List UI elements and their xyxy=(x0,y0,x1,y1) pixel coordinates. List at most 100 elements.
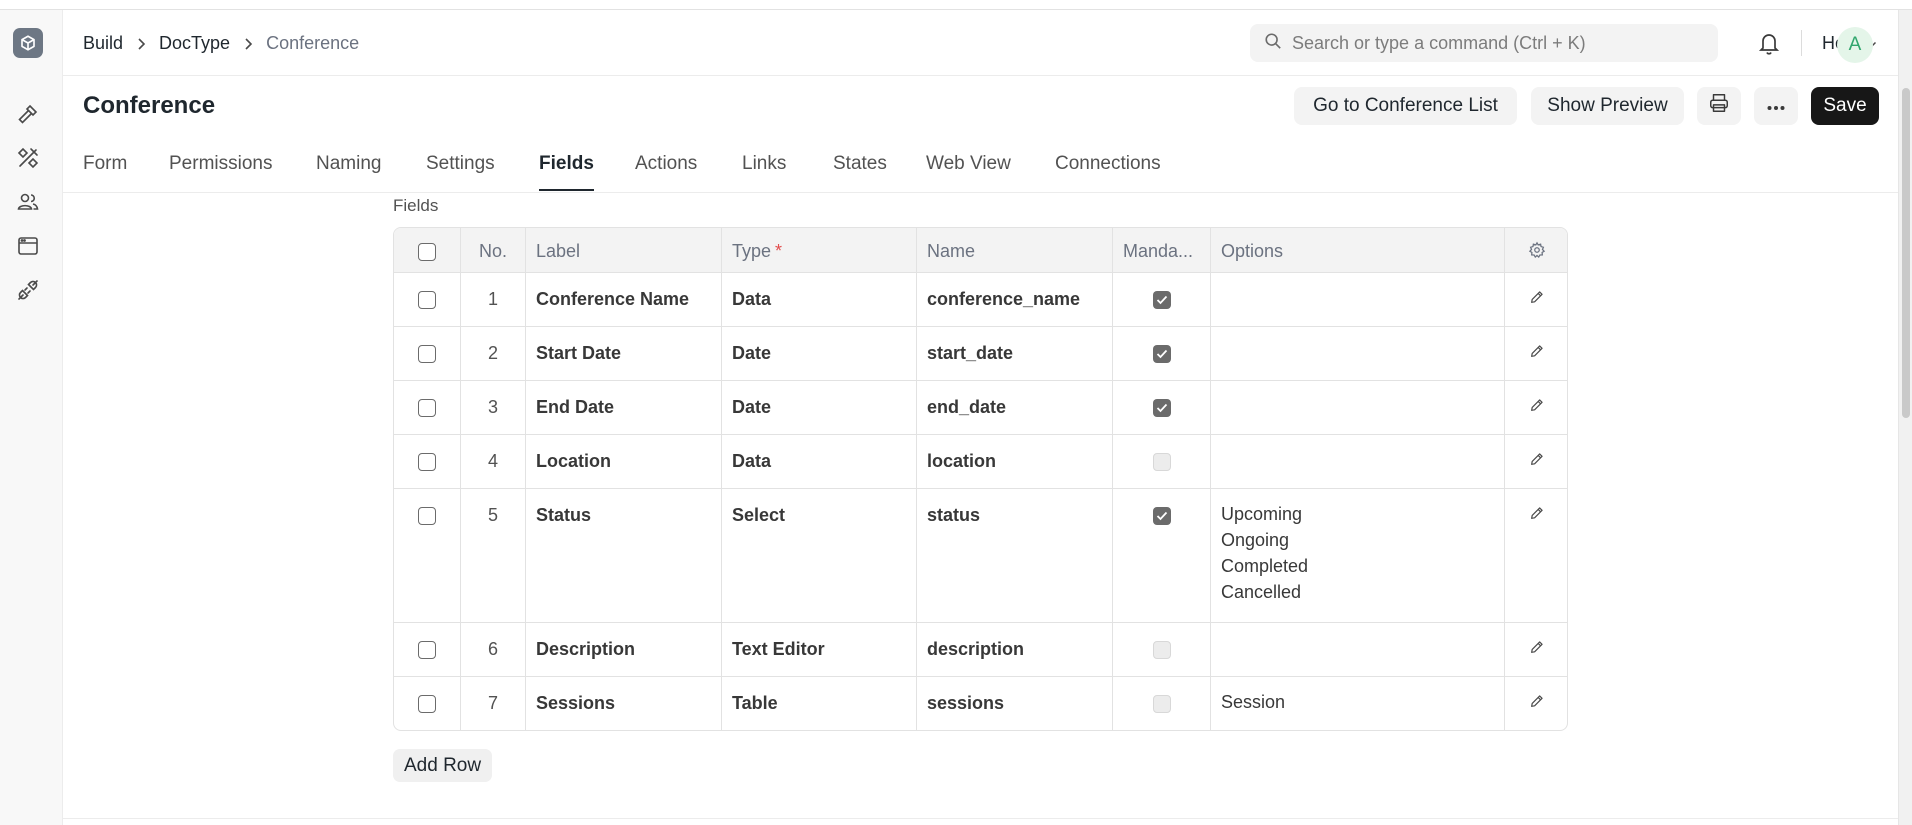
field-type[interactable]: Data xyxy=(721,273,916,326)
field-options[interactable] xyxy=(1210,381,1504,434)
field-type[interactable]: Table xyxy=(721,677,916,730)
row-checkbox[interactable] xyxy=(418,291,436,309)
row-select-cell xyxy=(394,623,460,676)
edit-cell xyxy=(1504,435,1567,488)
search-input[interactable] xyxy=(1292,32,1692,54)
check-icon xyxy=(1156,403,1167,413)
field-type[interactable]: Date xyxy=(721,327,916,380)
page-scrollbar[interactable] xyxy=(1898,10,1912,825)
field-name[interactable]: description xyxy=(916,623,1112,676)
table-row[interactable]: 1 Conference Name Data conference_name xyxy=(394,272,1567,326)
scrollbar-thumb[interactable] xyxy=(1902,88,1910,418)
mandatory-checkbox[interactable] xyxy=(1152,291,1171,309)
table-row[interactable]: 6 Description Text Editor description xyxy=(394,622,1567,676)
edit-pencil-icon[interactable] xyxy=(1529,343,1545,380)
field-label[interactable]: Description xyxy=(525,623,721,676)
tab-naming[interactable]: Naming xyxy=(316,153,381,175)
plug-icon[interactable] xyxy=(14,276,42,304)
add-row-button[interactable]: Add Row xyxy=(393,749,493,782)
field-options[interactable] xyxy=(1210,273,1504,326)
save-button[interactable]: Save xyxy=(1811,87,1879,125)
table-row[interactable]: 5 Status Select status Upcoming Ongoing Comp… xyxy=(394,488,1567,622)
mandatory-checkbox[interactable] xyxy=(1152,695,1171,713)
row-checkbox[interactable] xyxy=(418,399,436,417)
fields-table: No. Label Type * Name Manda... Options 1C… xyxy=(393,227,1568,731)
field-type[interactable]: Select xyxy=(721,489,916,622)
tab-fields[interactable]: Fields xyxy=(539,153,594,191)
breadcrumb-build[interactable]: Build xyxy=(83,33,123,54)
field-name[interactable]: location xyxy=(916,435,1112,488)
field-name[interactable]: sessions xyxy=(916,677,1112,730)
mandatory-checkbox[interactable] xyxy=(1152,453,1171,471)
users-icon[interactable] xyxy=(14,188,42,216)
print-button[interactable] xyxy=(1697,87,1741,125)
field-name[interactable]: end_date xyxy=(916,381,1112,434)
field-type[interactable]: Text Editor xyxy=(721,623,916,676)
printer-icon xyxy=(1708,92,1730,120)
go-to-list-button[interactable]: Go to Conference List xyxy=(1294,87,1517,125)
field-label[interactable]: Conference Name xyxy=(525,273,721,326)
mandatory-checkbox[interactable] xyxy=(1152,507,1171,525)
row-checkbox[interactable] xyxy=(418,695,436,713)
row-checkbox[interactable] xyxy=(418,345,436,363)
field-label[interactable]: Start Date xyxy=(525,327,721,380)
mandatory-checkbox[interactable] xyxy=(1152,641,1171,659)
breadcrumb-current[interactable]: Conference xyxy=(266,33,359,54)
field-label[interactable]: Status xyxy=(525,489,721,622)
mandatory-checkbox[interactable] xyxy=(1152,345,1171,363)
breadcrumb: Build DocType Conference xyxy=(83,33,359,54)
table-row[interactable]: 7 Sessions Table sessions Session xyxy=(394,676,1567,730)
tab-actions[interactable]: Actions xyxy=(635,153,697,175)
show-preview-button[interactable]: Show Preview xyxy=(1531,87,1684,125)
field-label[interactable]: Location xyxy=(525,435,721,488)
gear-icon[interactable] xyxy=(1528,241,1546,272)
hammer-icon[interactable] xyxy=(14,100,42,128)
row-checkbox[interactable] xyxy=(418,507,436,525)
edit-pencil-icon[interactable] xyxy=(1529,289,1545,326)
header-no: No. xyxy=(460,228,525,272)
table-row[interactable]: 2 Start Date Date start_date xyxy=(394,326,1567,380)
edit-pencil-icon[interactable] xyxy=(1529,451,1545,488)
browser-window-icon[interactable] xyxy=(14,232,42,260)
tab-form[interactable]: Form xyxy=(83,153,127,175)
field-options[interactable]: Session xyxy=(1210,677,1504,730)
tab-states[interactable]: States xyxy=(833,153,887,175)
mandatory-cell xyxy=(1112,435,1210,488)
field-options[interactable] xyxy=(1210,623,1504,676)
row-checkbox[interactable] xyxy=(418,641,436,659)
app-logo-icon[interactable] xyxy=(13,28,43,58)
avatar[interactable]: A xyxy=(1837,27,1873,63)
edit-pencil-icon[interactable] xyxy=(1529,397,1545,434)
edit-pencil-icon[interactable] xyxy=(1529,639,1545,676)
field-options[interactable] xyxy=(1210,435,1504,488)
tab-connections[interactable]: Connections xyxy=(1055,153,1161,175)
tab-links[interactable]: Links xyxy=(742,153,786,175)
field-name[interactable]: conference_name xyxy=(916,273,1112,326)
field-name[interactable]: start_date xyxy=(916,327,1112,380)
field-options[interactable]: Upcoming Ongoing Completed Cancelled xyxy=(1210,489,1504,622)
field-label[interactable]: Sessions xyxy=(525,677,721,730)
breadcrumb-doctype[interactable]: DocType xyxy=(159,33,230,54)
table-row[interactable]: 3 End Date Date end_date xyxy=(394,380,1567,434)
table-row[interactable]: 4 Location Data location xyxy=(394,434,1567,488)
row-checkbox[interactable] xyxy=(418,453,436,471)
field-name[interactable]: status xyxy=(916,489,1112,622)
field-type[interactable]: Date xyxy=(721,381,916,434)
tab-web-view[interactable]: Web View xyxy=(926,153,1011,175)
search-bar[interactable] xyxy=(1250,24,1718,62)
field-options[interactable] xyxy=(1210,327,1504,380)
field-type[interactable]: Data xyxy=(721,435,916,488)
edit-cell xyxy=(1504,623,1567,676)
tab-permissions[interactable]: Permissions xyxy=(169,153,272,175)
edit-pencil-icon[interactable] xyxy=(1529,505,1545,622)
select-all-checkbox[interactable] xyxy=(418,243,436,261)
design-tools-icon[interactable] xyxy=(14,144,42,172)
edit-pencil-icon[interactable] xyxy=(1529,693,1545,730)
row-number: 4 xyxy=(460,435,525,488)
more-options-button[interactable] xyxy=(1754,87,1798,125)
mandatory-checkbox[interactable] xyxy=(1152,399,1171,417)
field-label[interactable]: End Date xyxy=(525,381,721,434)
mandatory-cell xyxy=(1112,489,1210,622)
notification-bell-icon[interactable] xyxy=(1758,31,1780,60)
tab-settings[interactable]: Settings xyxy=(426,153,495,175)
